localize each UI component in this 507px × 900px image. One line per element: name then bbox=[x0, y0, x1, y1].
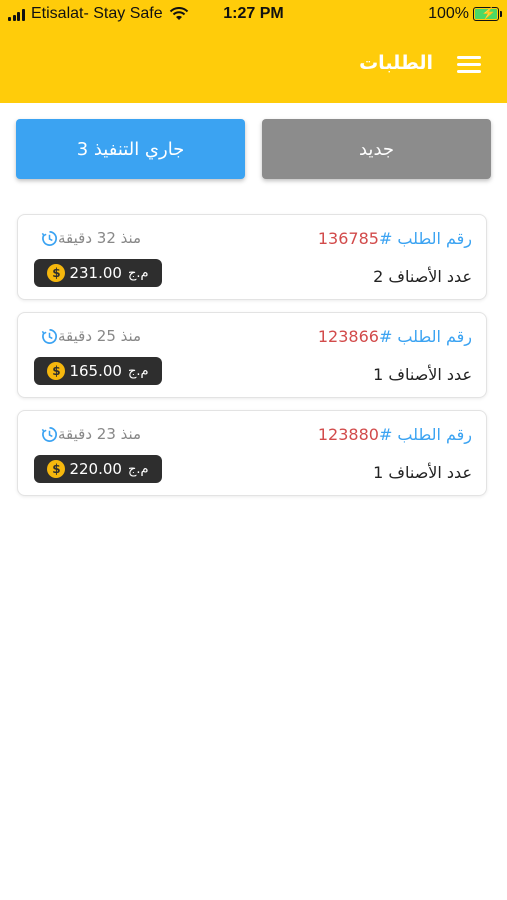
price-badge: $ 220.00 م.ج bbox=[34, 455, 162, 483]
order-card[interactable]: رقم الطلب #123880 عدد الأصناف 1 منذ 23 د… bbox=[17, 410, 487, 496]
order-number-value: 136785 bbox=[317, 229, 379, 248]
battery-icon: ⚡ bbox=[473, 6, 502, 21]
tab-in-progress[interactable]: جاري التنفيذ 3 bbox=[16, 119, 245, 179]
order-time: منذ 23 دقيقة bbox=[36, 425, 141, 443]
app-header: Etisalat- Stay Safe 1:27 PM 100% ⚡ الطلب… bbox=[0, 0, 507, 103]
navbar: الطلبات bbox=[0, 40, 507, 92]
clock-icon bbox=[41, 426, 58, 442]
price-badge: $ 231.00 م.ج bbox=[34, 259, 162, 287]
time-ago: منذ 25 دقيقة bbox=[58, 327, 142, 345]
price-amount: 220.00 bbox=[69, 460, 122, 478]
order-number: رقم الطلب #123866 bbox=[318, 327, 472, 346]
price-currency: م.ج bbox=[127, 461, 149, 477]
items-count: عدد الأصناف 1 bbox=[373, 463, 472, 482]
clock-icon bbox=[41, 230, 58, 246]
coin-icon: $ bbox=[47, 264, 66, 282]
order-number: رقم الطلب #136785 bbox=[318, 229, 472, 248]
order-time: منذ 32 دقيقة bbox=[36, 229, 141, 247]
price-amount: 231.00 bbox=[69, 264, 122, 282]
items-count: عدد الأصناف 2 bbox=[373, 267, 472, 286]
order-number-value: 123880 bbox=[317, 425, 379, 444]
price-currency: م.ج bbox=[127, 363, 149, 379]
price-amount: 165.00 bbox=[69, 362, 122, 380]
hamburger-menu-icon[interactable] bbox=[457, 54, 481, 74]
page-title: الطلبات bbox=[359, 52, 433, 74]
items-count: عدد الأصناف 1 bbox=[373, 365, 472, 384]
clock-icon bbox=[41, 328, 58, 344]
order-tabs: جديد جاري التنفيذ 3 bbox=[16, 119, 491, 179]
order-number-value: 123866 bbox=[317, 327, 379, 346]
order-card[interactable]: رقم الطلب #123866 عدد الأصناف 1 منذ 25 د… bbox=[17, 312, 487, 398]
order-number-label: رقم الطلب # bbox=[378, 327, 472, 346]
time-ago: منذ 32 دقيقة bbox=[58, 229, 142, 247]
coin-icon: $ bbox=[47, 362, 66, 380]
price-badge: $ 165.00 م.ج bbox=[34, 357, 162, 385]
status-right: 100% ⚡ bbox=[428, 5, 502, 23]
price-currency: م.ج bbox=[127, 265, 149, 281]
orders-list: رقم الطلب #136785 عدد الأصناف 2 منذ 32 د… bbox=[17, 214, 487, 508]
order-number: رقم الطلب #123880 bbox=[318, 425, 472, 444]
order-number-label: رقم الطلب # bbox=[378, 229, 472, 248]
tab-new[interactable]: جديد bbox=[262, 119, 491, 179]
order-card[interactable]: رقم الطلب #136785 عدد الأصناف 2 منذ 32 د… bbox=[17, 214, 487, 300]
time-ago: منذ 23 دقيقة bbox=[58, 425, 142, 443]
order-time: منذ 25 دقيقة bbox=[36, 327, 141, 345]
status-bar: Etisalat- Stay Safe 1:27 PM 100% ⚡ bbox=[0, 0, 507, 30]
coin-icon: $ bbox=[47, 460, 66, 478]
order-number-label: رقم الطلب # bbox=[378, 425, 472, 444]
battery-percent: 100% bbox=[428, 5, 469, 22]
